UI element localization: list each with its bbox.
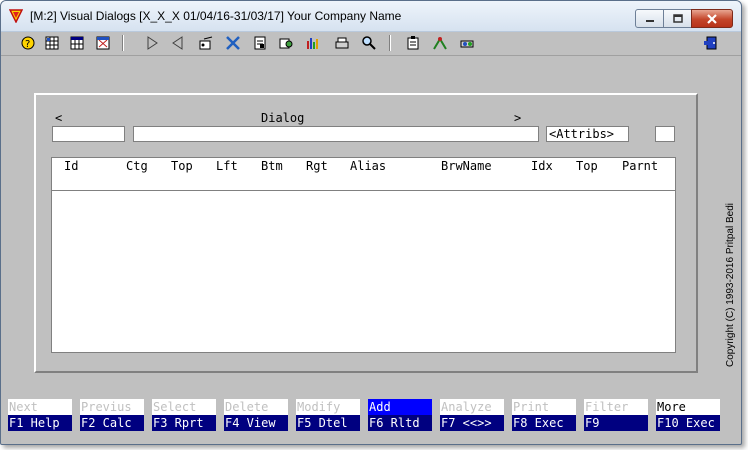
maximize-icon [672,14,683,23]
fkey-next[interactable]: Next [8,399,72,415]
fkey-f8-exec[interactable]: F8 Exec [512,415,576,431]
title-bar[interactable]: [M:2] Visual Dialogs [X_X_X 01/04/16-31/… [1,1,741,32]
column-header-brwname[interactable]: BrwName [441,159,492,173]
close-icon [707,13,717,24]
fkey-print[interactable]: Print [512,399,576,415]
form-tool-button[interactable] [93,34,112,52]
dialog-name-field[interactable] [133,126,539,142]
column-header-alias[interactable]: Alias [350,159,386,173]
play-back-button[interactable] [168,34,187,52]
column-header-top[interactable]: Top [171,159,193,173]
column-header-lft[interactable]: Lft [216,159,238,173]
fkey-f6-related[interactable]: F6 Rltd [368,415,432,431]
toolbar-separator [389,35,391,51]
fkey-f2-calc[interactable]: F2 Calc [80,415,144,431]
close-button[interactable] [691,9,733,28]
printer-icon [335,37,348,49]
column-header-top-2[interactable]: Top [576,159,598,173]
function-key-bar: F1 Help F2 Calc F3 Rprt F4 View F5 Dtel … [8,415,728,431]
help-icon: ? [21,36,34,50]
fkey-modify[interactable]: Modify [296,399,360,415]
printer-tool-button[interactable] [332,34,351,52]
paint-tool-button[interactable] [430,34,449,52]
column-header-ctg[interactable]: Ctg [126,159,148,173]
help-tool-button[interactable]: ? [18,34,37,52]
grid-tool-button[interactable] [42,34,61,52]
minimize-icon [645,19,654,22]
application-window: [M:2] Visual Dialogs [X_X_X 01/04/16-31/… [0,0,742,445]
fkey-f5-detail[interactable]: F5 Dtel [296,415,360,431]
search-tool-button[interactable] [359,34,378,52]
svg-text:?: ? [25,39,30,50]
play-back-icon [171,36,182,50]
fkey-more[interactable]: More [656,399,720,415]
form-icon [96,36,109,50]
fkey-f10-exec[interactable]: F10 Exec [656,415,720,431]
print-preview-icon [279,38,292,49]
toolbar-separator [122,35,124,51]
maximize-button[interactable] [663,9,692,28]
fkey-f7-navigate[interactable]: F7 <<>> [440,415,504,431]
print-preview-tool-button[interactable] [276,34,295,52]
tools-tool-button[interactable] [223,34,242,52]
fkey-f3-report[interactable]: F3 Rprt [152,415,216,431]
chart-tool-button[interactable] [303,34,322,52]
dialog-id-field[interactable] [52,126,125,142]
play-forward-button[interactable] [142,34,161,52]
search-icon [361,36,376,50]
column-header-btm[interactable]: Btm [261,159,283,173]
table-header-divider [52,190,675,191]
app-icon [9,9,23,23]
dialog-label: Dialog [261,111,305,125]
play-forward-icon [147,36,158,50]
fkey-analyze[interactable]: Analyze [440,399,504,415]
function-key-labels: Next Previus Select Delete Modify Add An… [8,399,728,415]
bar-chart-icon [306,38,318,49]
column-header-id[interactable]: Id [64,159,78,173]
exit-tool-button[interactable] [701,34,720,52]
column-header-rgt[interactable]: Rgt [306,159,328,173]
column-header-idx[interactable]: Idx [531,159,553,173]
paint-icon [432,37,447,50]
extra-field[interactable] [655,126,675,142]
column-header-parnt[interactable]: Parnt [622,159,658,173]
clipboard-icon [407,36,418,50]
fkey-previous[interactable]: Previus [80,399,144,415]
window-title: [M:2] Visual Dialogs [X_X_X 01/04/16-31/… [30,9,402,23]
fkey-add[interactable]: Add [368,399,432,415]
fkey-f9[interactable]: F9 [584,415,648,431]
settings-tool-button[interactable] [457,34,476,52]
clipboard-tool-button[interactable] [403,34,422,52]
properties-icon [199,36,212,50]
dialog-browse-table[interactable] [51,157,676,353]
fkey-select[interactable]: Select [152,399,216,415]
grid-icon [45,36,58,50]
table-icon [70,36,83,50]
settings-icon [460,40,473,48]
fkey-filter[interactable]: Filter [584,399,648,415]
document-icon [254,36,265,50]
document-tool-button[interactable] [250,34,269,52]
fkey-delete[interactable]: Delete [224,399,288,415]
toolbar: ? [1,32,741,56]
properties-tool-button[interactable] [196,34,215,52]
tools-icon [225,36,240,50]
scroll-right-arrow[interactable]: > [514,111,521,125]
minimize-button[interactable] [635,9,664,28]
copyright-text: Copyright (C) 1993-2016 Pritpal Bedi [725,203,736,367]
fkey-f1-help[interactable]: F1 Help [8,415,72,431]
scroll-left-arrow[interactable]: < [55,111,62,125]
table-tool-button[interactable] [67,34,86,52]
attribs-button[interactable]: <Attribs> [546,126,629,142]
fkey-f4-view[interactable]: F4 View [224,415,288,431]
exit-door-icon [703,36,716,50]
